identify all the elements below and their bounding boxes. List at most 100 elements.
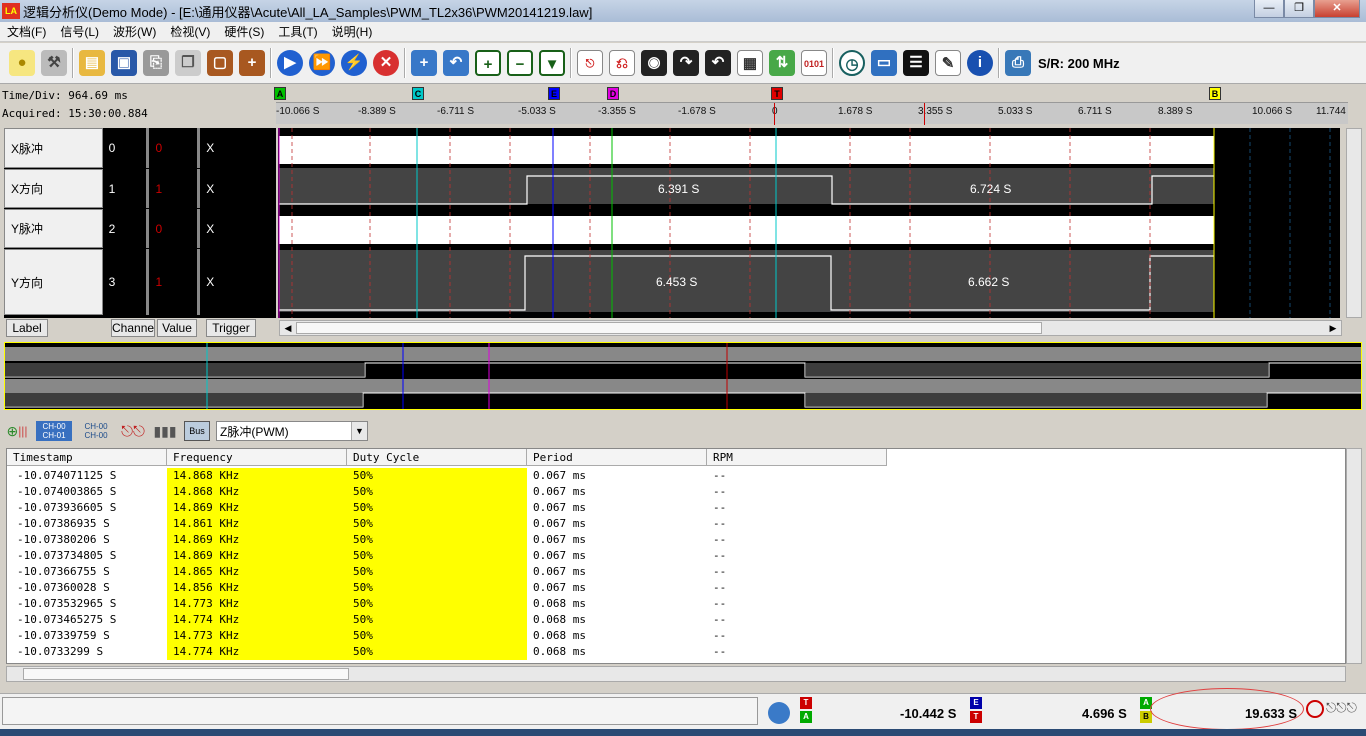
zoom-add-icon[interactable]: + xyxy=(408,47,440,79)
decode-add-icon[interactable]: ⊕ ||| xyxy=(4,421,30,441)
globe-icon[interactable] xyxy=(768,702,790,724)
decode-table[interactable]: Timestamp Frequency Duty Cycle Period RP… xyxy=(6,448,1346,664)
col-rpm[interactable]: RPM xyxy=(707,449,887,466)
col-period[interactable]: Period xyxy=(527,449,707,466)
channel-trigger[interactable]: X xyxy=(200,209,276,248)
marker-a[interactable]: A xyxy=(274,87,286,100)
menu-help[interactable]: 说明(H) xyxy=(325,23,380,40)
scroll-thumb[interactable] xyxy=(296,322,1042,334)
zoom-in-icon[interactable]: + xyxy=(472,47,504,79)
channel-row[interactable]: Y脉冲 2 0 X xyxy=(4,209,276,248)
channel-name[interactable]: X方向 xyxy=(4,169,103,208)
info-icon[interactable]: i xyxy=(964,47,996,79)
scroll-thumb[interactable] xyxy=(23,668,349,680)
bulb-icon[interactable]: ● xyxy=(6,47,38,79)
table-row[interactable]: -10.074071125 S 14.868 KHz 50% 0.067 ms -- xyxy=(7,468,887,484)
table-row[interactable]: -10.073936605 S 14.869 KHz 50% 0.067 ms -- xyxy=(7,500,887,516)
channel-name[interactable]: Y方向 xyxy=(4,249,103,315)
table-row[interactable]: -10.073532965 S 14.773 KHz 50% 0.068 ms -- xyxy=(7,596,887,612)
channel-column-button[interactable]: Channe xyxy=(111,319,155,337)
menu-file[interactable]: 文档(F) xyxy=(0,23,53,40)
run-icon[interactable]: ▶ xyxy=(274,47,306,79)
channel-trigger[interactable]: X xyxy=(200,128,276,168)
table-row[interactable]: -10.07366755 S 14.865 KHz 50% 0.067 ms -- xyxy=(7,564,887,580)
table-row[interactable]: -10.0733299 S 14.774 KHz 50% 0.068 ms -- xyxy=(7,644,887,660)
channel-row[interactable]: X方向 1 1 X xyxy=(4,169,276,208)
waveform-vscroll[interactable] xyxy=(1346,128,1362,318)
table-row[interactable]: -10.073734805 S 14.869 KHz 50% 0.067 ms -- xyxy=(7,548,887,564)
menu-view[interactable]: 检视(V) xyxy=(163,23,217,40)
waveform-hscroll[interactable]: ◀ ▶ xyxy=(279,320,1342,336)
find-next-icon[interactable]: ↷ xyxy=(670,47,702,79)
lines-icon[interactable]: ☰ xyxy=(900,47,932,79)
sync-icon[interactable]: ⇅ xyxy=(766,47,798,79)
zoom-back-icon[interactable]: ↶ xyxy=(440,47,472,79)
marker-c[interactable]: C xyxy=(412,87,424,100)
close-button[interactable]: ✕ xyxy=(1314,0,1360,18)
channel-row[interactable]: X脉冲 0 0 X xyxy=(4,128,276,168)
table-row[interactable]: -10.07360028 S 14.856 KHz 50% 0.067 ms -- xyxy=(7,580,887,596)
marker-t[interactable]: T xyxy=(771,87,783,100)
ch-01-icon[interactable]: CH-00 CH-01 xyxy=(36,421,72,441)
table-hscroll[interactable] xyxy=(6,666,1346,682)
trigger-column-button[interactable]: Trigger xyxy=(206,319,256,337)
value-column-button[interactable]: Value xyxy=(157,319,197,337)
label-column-button[interactable]: Label xyxy=(6,319,48,337)
pulse-icon[interactable]: ⎋⎋ xyxy=(120,421,146,441)
search-icon[interactable]: ◉ xyxy=(638,47,670,79)
zoom-menu-icon[interactable]: ▼ xyxy=(536,47,568,79)
table-vscroll[interactable] xyxy=(1346,448,1362,664)
table-row[interactable]: -10.074003865 S 14.868 KHz 50% 0.067 ms -- xyxy=(7,484,887,500)
run-repeat-icon[interactable]: ⏩ xyxy=(306,47,338,79)
menu-signal[interactable]: 信号(L) xyxy=(53,23,106,40)
clock-icon[interactable] xyxy=(1306,700,1324,718)
table-row[interactable]: -10.07380206 S 14.869 KHz 50% 0.067 ms -- xyxy=(7,532,887,548)
wrench-icon[interactable]: ⚒ xyxy=(38,47,70,79)
marker-b[interactable]: B xyxy=(1209,87,1221,100)
decoder-select[interactable]: Z脉冲(PWM) ▼ xyxy=(216,421,368,441)
table-icon[interactable]: ▦ xyxy=(734,47,766,79)
run-single-icon[interactable]: ⚡ xyxy=(338,47,370,79)
table-row[interactable]: -10.07386935 S 14.861 KHz 50% 0.067 ms -- xyxy=(7,516,887,532)
channel-trigger[interactable]: X xyxy=(200,169,276,208)
channel-name[interactable]: Y脉冲 xyxy=(4,209,103,248)
open-folder-icon[interactable]: ▤ xyxy=(76,47,108,79)
trigger-edge-icon[interactable]: ⎋ xyxy=(574,47,606,79)
print-icon[interactable]: ⎘ xyxy=(140,47,172,79)
briefcase-icon[interactable]: ▢ xyxy=(204,47,236,79)
find-prev-icon[interactable]: ↶ xyxy=(702,47,734,79)
minimize-button[interactable]: — xyxy=(1254,0,1284,18)
col-frequency[interactable]: Frequency xyxy=(167,449,347,466)
save-icon[interactable]: ▣ xyxy=(108,47,140,79)
counter-icon[interactable]: 0101 xyxy=(798,47,830,79)
bus-icon[interactable]: Bus xyxy=(184,421,210,441)
copy-icon[interactable]: ❐ xyxy=(172,47,204,79)
pulse-count-icon[interactable]: ⎋⎋⎋ xyxy=(1326,700,1362,718)
channel-row[interactable]: Y方向 3 1 X xyxy=(4,249,276,315)
table-row[interactable]: -10.07339759 S 14.773 KHz 50% 0.068 ms -- xyxy=(7,628,887,644)
notes-icon[interactable]: ✎ xyxy=(932,47,964,79)
briefcase-plus-icon[interactable]: + xyxy=(236,47,268,79)
histogram-icon[interactable]: ▮▮▮ xyxy=(152,421,178,441)
menu-hardware[interactable]: 硬件(S) xyxy=(217,23,271,40)
channel-trigger[interactable]: X xyxy=(200,249,276,315)
sample-rate-icon[interactable]: ⎙ xyxy=(1002,47,1034,79)
marker-d[interactable]: D xyxy=(607,87,619,100)
scroll-right-icon[interactable]: ▶ xyxy=(1326,321,1340,335)
overview-panel[interactable] xyxy=(4,342,1362,410)
marker-e[interactable]: E xyxy=(548,87,560,100)
zoom-out-icon[interactable]: − xyxy=(504,47,536,79)
menu-tools[interactable]: 工具(T) xyxy=(271,23,324,40)
maximize-button[interactable]: ❐ xyxy=(1284,0,1314,18)
clock-icon[interactable]: ◷ xyxy=(836,47,868,79)
ch-00-icon[interactable]: CH-00 CH-00 xyxy=(78,421,114,441)
table-row[interactable]: -10.073465275 S 14.774 KHz 50% 0.068 ms -- xyxy=(7,612,887,628)
col-duty-cycle[interactable]: Duty Cycle xyxy=(347,449,527,466)
col-timestamp[interactable]: Timestamp xyxy=(7,449,167,466)
stop-icon[interactable]: ✕ xyxy=(370,47,402,79)
chevron-down-icon[interactable]: ▼ xyxy=(351,422,367,440)
channel-name[interactable]: X脉冲 xyxy=(4,128,103,168)
trigger-level-icon[interactable]: ⎌ xyxy=(606,47,638,79)
waveform-area[interactable]: 6.391 S 6.724 S 6.453 S 6.662 S xyxy=(278,128,1340,318)
menu-waveform[interactable]: 波形(W) xyxy=(106,23,163,40)
